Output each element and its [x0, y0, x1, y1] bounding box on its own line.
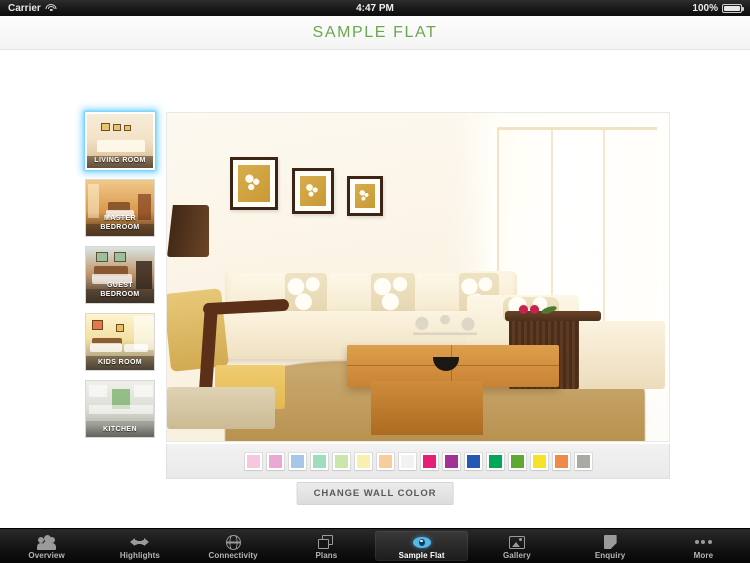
tab-label: More	[693, 551, 714, 560]
battery-full-icon	[722, 3, 744, 13]
tab-more[interactable]: More	[657, 529, 750, 563]
arrows-icon	[130, 534, 150, 550]
sidebar-item-master-bedroom[interactable]: MASTER BEDROOM	[85, 179, 155, 237]
swatch-olive-green[interactable]	[508, 452, 526, 470]
tab-label: Highlights	[119, 551, 160, 560]
armchair	[167, 288, 290, 439]
sidebar-item-label: KITCHEN	[86, 423, 154, 437]
document-icon	[601, 534, 620, 550]
eye-icon	[412, 534, 431, 550]
sidebar-item-label: GUEST BEDROOM	[86, 280, 154, 303]
sidebar-item-kids-room[interactable]: KIDS ROOM	[85, 313, 155, 371]
tab-overview[interactable]: Overview	[0, 529, 93, 563]
layers-icon	[317, 534, 336, 550]
sidebar-item-label: MASTER BEDROOM	[86, 213, 154, 236]
tab-enquiry[interactable]: Enquiry	[564, 529, 657, 563]
workspace: LIVING ROOM MASTER BEDROOM GUEST BEDROOM…	[0, 50, 750, 528]
tab-label: Connectivity	[208, 551, 258, 560]
tab-label: Sample Flat	[398, 551, 445, 560]
carrier-label: Carrier	[8, 2, 41, 14]
swatch-light-blue[interactable]	[288, 452, 306, 470]
swatch-mint[interactable]	[310, 452, 328, 470]
floor-lamp	[167, 205, 209, 257]
coffee-table-base	[371, 381, 483, 435]
swatch-pink[interactable]	[266, 452, 284, 470]
page-title: SAMPLE FLAT	[312, 23, 438, 41]
sidebar-item-label: LIVING ROOM	[87, 154, 153, 168]
sidebar-item-label: KIDS ROOM	[86, 356, 154, 370]
living-room-render[interactable]	[166, 112, 670, 442]
globe-icon	[224, 534, 243, 550]
sidebar-item-living-room[interactable]: LIVING ROOM	[85, 112, 155, 170]
cushion	[371, 273, 415, 313]
tab-highlights[interactable]: Highlights	[93, 529, 186, 563]
swatch-yellow[interactable]	[530, 452, 548, 470]
swatch-purple[interactable]	[442, 452, 460, 470]
swatch-light-pink[interactable]	[244, 452, 262, 470]
cushion	[417, 273, 457, 313]
ellipsis-icon	[694, 534, 713, 550]
status-bar-left: Carrier	[8, 3, 57, 14]
status-bar-right: 100%	[692, 2, 744, 14]
people-icon	[37, 534, 57, 550]
tab-gallery[interactable]: Gallery	[470, 529, 563, 563]
wall-art-frame-2	[292, 168, 334, 214]
app-header: SAMPLE FLAT	[0, 16, 750, 50]
wall-art-frame-3	[347, 176, 383, 216]
tab-connectivity[interactable]: Connectivity	[187, 529, 280, 563]
sidebar-item-guest-bedroom[interactable]: GUEST BEDROOM	[85, 246, 155, 304]
photo-icon	[507, 534, 526, 550]
tab-label: Gallery	[502, 551, 531, 560]
wall-color-palette	[166, 444, 670, 479]
bottom-tab-bar: Overview Highlights Connectivity Plans Sampl…	[0, 528, 750, 563]
change-wall-color-button[interactable]: CHANGE WALL COLOR	[296, 482, 454, 505]
cushion	[329, 273, 369, 313]
sidebar-item-kitchen[interactable]: KITCHEN	[85, 380, 155, 438]
swatch-white[interactable]	[398, 452, 416, 470]
status-bar: Carrier 4:47 PM 100%	[0, 0, 750, 16]
swatch-light-yellow[interactable]	[354, 452, 372, 470]
wifi-icon	[45, 3, 57, 13]
tab-sample-flat[interactable]: Sample Flat	[375, 531, 469, 561]
tab-plans[interactable]: Plans	[280, 529, 373, 563]
status-bar-clock: 4:47 PM	[356, 2, 394, 14]
tab-label: Plans	[315, 551, 338, 560]
rose-decoration	[519, 305, 528, 314]
cushion	[285, 273, 327, 313]
swatch-peach[interactable]	[376, 452, 394, 470]
battery-percent-label: 100%	[692, 2, 718, 14]
wall-art-frame-1	[230, 157, 278, 210]
swatch-light-green[interactable]	[332, 452, 350, 470]
room-thumbnail-list: LIVING ROOM MASTER BEDROOM GUEST BEDROOM…	[85, 112, 157, 447]
rose-decoration	[530, 305, 539, 314]
swatch-magenta[interactable]	[420, 452, 438, 470]
swatch-orange[interactable]	[552, 452, 570, 470]
swatch-blue[interactable]	[464, 452, 482, 470]
swatch-grey[interactable]	[574, 452, 592, 470]
tab-label: Enquiry	[594, 551, 626, 560]
tab-label: Overview	[28, 551, 65, 560]
swatch-green[interactable]	[486, 452, 504, 470]
